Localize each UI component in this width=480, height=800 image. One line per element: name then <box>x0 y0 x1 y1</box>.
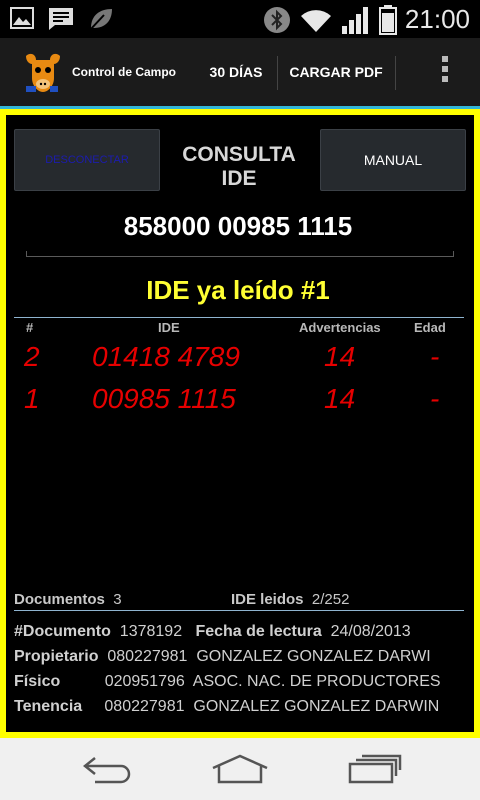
disconnect-button[interactable]: DESCONECTAR <box>14 129 160 191</box>
wifi-icon <box>300 9 331 32</box>
row-warnings: 14 <box>324 341 356 372</box>
ide-input-underline <box>26 251 454 257</box>
date-label: Fecha de lectura <box>195 623 322 640</box>
action-divider <box>395 56 396 90</box>
header-num: # <box>26 320 34 335</box>
row-warnings: 14 <box>324 383 356 414</box>
physical-name: ASOC. NAC. DE PRODUCTORES <box>192 673 441 690</box>
owner-row: Propietario 080227981 GONZALEZ GONZALEZ … <box>14 648 466 672</box>
system-icons: 21:00 <box>263 4 470 35</box>
owner-name: GONZALEZ GONZALEZ DARWI <box>196 648 431 665</box>
battery-icon <box>378 4 397 35</box>
header-ide: IDE <box>158 320 180 335</box>
document-row: #Documento 1378192 Fecha de lectura 24/0… <box>14 623 466 647</box>
ide-read-value: 2/252 <box>311 591 350 608</box>
signal-icon <box>341 6 368 34</box>
row-num: 2 <box>24 341 40 372</box>
ide-read-count: IDE leidos 2/252 <box>231 591 349 608</box>
recent-apps-icon <box>348 754 402 784</box>
tenure-label: Tenencia <box>14 698 83 715</box>
doc-label: #Documento <box>14 623 111 640</box>
table-top-rule <box>14 317 464 318</box>
manual-button[interactable]: MANUAL <box>320 129 466 191</box>
owner-label: Propietario <box>14 648 99 665</box>
panel-title-line1: CONSULTA <box>182 143 296 166</box>
back-button[interactable] <box>68 748 148 790</box>
physical-label: Físico <box>14 673 61 690</box>
image-icon <box>10 7 34 29</box>
bluetooth-icon <box>263 6 290 33</box>
tenure-id: 080227981 <box>104 698 185 715</box>
leaf-icon <box>89 9 112 31</box>
app-logo-icon[interactable] <box>20 50 66 96</box>
tenure-name: GONZALEZ GONZALEZ DARWIN <box>193 698 440 715</box>
panel-title-line2: IDE <box>221 167 257 190</box>
30-days-button[interactable]: 30 DÍAS <box>196 38 276 106</box>
docs-value: 3 <box>113 591 122 608</box>
table-row[interactable]: 2 01418 4789 14 - <box>6 341 474 381</box>
doc-value: 1378192 <box>119 623 183 640</box>
action-bar: Control de Campo 30 DÍAS CARGAR PDF <box>0 38 480 109</box>
header-warnings: Advertencias <box>299 320 381 335</box>
ide-read-label: IDE leidos <box>231 591 304 608</box>
status-message: IDE ya leído #1 <box>146 275 330 305</box>
row-ide: 00985 1115 <box>92 383 236 414</box>
owner-id: 080227981 <box>107 648 188 665</box>
row-ide: 01418 4789 <box>92 341 240 372</box>
summary-rule <box>14 610 464 611</box>
panel-title: CONSULTA IDE <box>174 143 304 191</box>
home-button[interactable] <box>200 748 280 790</box>
ide-input-value[interactable]: 858000 00985 1115 <box>14 211 462 242</box>
navigation-bar <box>0 738 480 800</box>
app-title: Control de Campo <box>72 65 176 79</box>
load-pdf-button[interactable]: CARGAR PDF <box>278 38 394 106</box>
row-age: - <box>430 383 440 414</box>
status-bar: 21:00 <box>0 0 480 38</box>
docs-label: Documentos <box>14 591 105 608</box>
main-panel: DESCONECTAR CONSULTA IDE MANUAL 858000 0… <box>0 109 480 738</box>
back-icon <box>82 757 131 784</box>
physical-id: 020951796 <box>104 673 185 690</box>
overflow-menu-icon[interactable] <box>442 56 448 82</box>
clock: 21:00 <box>404 4 470 34</box>
notification-icons <box>10 7 114 31</box>
row-num: 1 <box>24 383 40 414</box>
row-age: - <box>430 341 440 372</box>
docs-count: Documentos 3 <box>14 591 122 608</box>
header-age: Edad <box>414 320 446 335</box>
table-row[interactable]: 1 00985 1115 14 - <box>6 383 474 423</box>
physical-row: Físico 020951796 ASOC. NAC. DE PRODUCTOR… <box>14 673 466 697</box>
home-icon <box>212 754 268 784</box>
recent-apps-button[interactable] <box>335 748 415 790</box>
date-value: 24/08/2013 <box>330 623 411 640</box>
tenure-row: Tenencia 080227981 GONZALEZ GONZALEZ DAR… <box>14 698 466 722</box>
message-icon <box>49 8 73 30</box>
